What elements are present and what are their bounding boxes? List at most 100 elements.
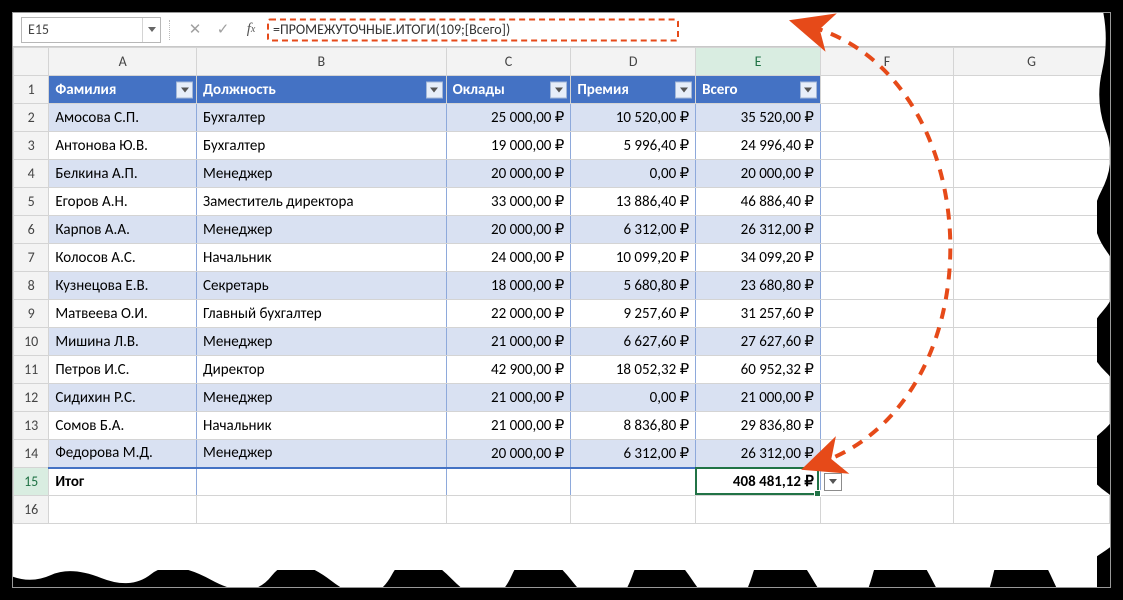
row-header[interactable]: 10: [14, 328, 49, 356]
cell[interactable]: [954, 272, 1110, 300]
cell[interactable]: [954, 384, 1110, 412]
cell-name[interactable]: Мишина Л.В.: [49, 328, 197, 356]
cell-salary[interactable]: 20 000,00 ₽: [446, 440, 571, 468]
col-header-B[interactable]: B: [197, 48, 447, 76]
cell[interactable]: [954, 244, 1110, 272]
table-header-A[interactable]: Фамилия: [49, 76, 197, 104]
cell-salary[interactable]: 21 000,00 ₽: [446, 384, 571, 412]
cell[interactable]: [820, 244, 953, 272]
row-header[interactable]: 5: [14, 188, 49, 216]
cell-position[interactable]: Менеджер: [197, 384, 447, 412]
cell-name[interactable]: Егоров А.Н.: [49, 188, 197, 216]
cell[interactable]: [954, 188, 1110, 216]
col-header-E[interactable]: E: [696, 48, 821, 76]
cell-bonus[interactable]: 5 996,40 ₽: [571, 132, 696, 160]
col-header-A[interactable]: A: [49, 48, 197, 76]
cell-bonus[interactable]: 6 312,00 ₽: [571, 440, 696, 468]
cell[interactable]: [820, 76, 953, 104]
cell-name[interactable]: Белкина А.П.: [49, 160, 197, 188]
row-header[interactable]: 9: [14, 300, 49, 328]
formula-input[interactable]: =ПРОМЕЖУТОЧНЫЕ.ИТОГИ(109;[Всего]): [265, 17, 1110, 43]
row-header[interactable]: 8: [14, 272, 49, 300]
cell[interactable]: [820, 496, 953, 524]
col-header-F[interactable]: F: [820, 48, 953, 76]
cell-salary[interactable]: 19 000,00 ₽: [446, 132, 571, 160]
cell-name[interactable]: Сидихин Р.С.: [49, 384, 197, 412]
cell-name[interactable]: Петров И.С.: [49, 356, 197, 384]
cell-total[interactable]: 26 312,00 ₽: [696, 216, 821, 244]
row-header[interactable]: 1: [14, 76, 49, 104]
filter-dropdown-icon[interactable]: [176, 81, 193, 98]
cell[interactable]: [820, 440, 953, 468]
cell-bonus[interactable]: 10 099,20 ₽: [571, 244, 696, 272]
cell-position[interactable]: Начальник: [197, 244, 447, 272]
cell-position[interactable]: Бухгалтер: [197, 132, 447, 160]
cell-total[interactable]: 60 952,32 ₽: [696, 356, 821, 384]
cell-position[interactable]: Менеджер: [197, 440, 447, 468]
total-label[interactable]: Итог: [49, 468, 197, 496]
accept-formula-button[interactable]: ✓: [209, 17, 237, 43]
col-header-C[interactable]: C: [446, 48, 571, 76]
cell[interactable]: [49, 496, 197, 524]
filter-dropdown-icon[interactable]: [800, 81, 817, 98]
cell-name[interactable]: Антонова Ю.В.: [49, 132, 197, 160]
cell[interactable]: [197, 468, 447, 496]
cell-total[interactable]: 34 099,20 ₽: [696, 244, 821, 272]
cell-name[interactable]: Кузнецова Е.В.: [49, 272, 197, 300]
cell[interactable]: [820, 188, 953, 216]
cell-salary[interactable]: 24 000,00 ₽: [446, 244, 571, 272]
cell-position[interactable]: Менеджер: [197, 160, 447, 188]
cell-name[interactable]: Колосов А.С.: [49, 244, 197, 272]
cell[interactable]: [820, 384, 953, 412]
row-header[interactable]: 12: [14, 384, 49, 412]
row-header[interactable]: 14: [14, 440, 49, 468]
cell[interactable]: [197, 496, 447, 524]
cell[interactable]: [954, 104, 1110, 132]
cell-position[interactable]: Секретарь: [197, 272, 447, 300]
cell-name[interactable]: Матвеева О.И.: [49, 300, 197, 328]
row-header[interactable]: 4: [14, 160, 49, 188]
cell-total[interactable]: 24 996,40 ₽: [696, 132, 821, 160]
cell[interactable]: [820, 328, 953, 356]
cell-total[interactable]: 31 257,60 ₽: [696, 300, 821, 328]
cell[interactable]: [954, 496, 1110, 524]
cell[interactable]: [446, 496, 571, 524]
row-header[interactable]: 11: [14, 356, 49, 384]
row-header[interactable]: 6: [14, 216, 49, 244]
total-row-dropdown[interactable]: [824, 473, 842, 491]
cell[interactable]: [820, 104, 953, 132]
cell-position[interactable]: Менеджер: [197, 328, 447, 356]
table-header-D[interactable]: Премия: [571, 76, 696, 104]
cell-position[interactable]: Главный бухгалтер: [197, 300, 447, 328]
cell[interactable]: [820, 300, 953, 328]
cell-salary[interactable]: 20 000,00 ₽: [446, 216, 571, 244]
cell-name[interactable]: Амосова С.П.: [49, 104, 197, 132]
cell-salary[interactable]: 42 900,00 ₽: [446, 356, 571, 384]
name-box[interactable]: E15: [21, 17, 161, 43]
cell-bonus[interactable]: 6 627,60 ₽: [571, 328, 696, 356]
cell[interactable]: [696, 496, 821, 524]
filter-dropdown-icon[interactable]: [550, 81, 567, 98]
cell[interactable]: [820, 216, 953, 244]
cell[interactable]: [954, 160, 1110, 188]
cell-salary[interactable]: 22 000,00 ₽: [446, 300, 571, 328]
cell[interactable]: [954, 132, 1110, 160]
cell-position[interactable]: Бухгалтер: [197, 104, 447, 132]
cell-total[interactable]: 46 886,40 ₽: [696, 188, 821, 216]
total-value[interactable]: 408 481,12 ₽: [696, 468, 821, 496]
cell-total[interactable]: 35 520,00 ₽: [696, 104, 821, 132]
cell-bonus[interactable]: 6 312,00 ₽: [571, 216, 696, 244]
cell-salary[interactable]: 21 000,00 ₽: [446, 412, 571, 440]
cell[interactable]: [820, 132, 953, 160]
row-header[interactable]: 3: [14, 132, 49, 160]
cell-total[interactable]: 23 680,80 ₽: [696, 272, 821, 300]
cell[interactable]: [571, 496, 696, 524]
cell[interactable]: [954, 412, 1110, 440]
cell-bonus[interactable]: 5 680,80 ₽: [571, 272, 696, 300]
cell[interactable]: [954, 440, 1110, 468]
cell-salary[interactable]: 21 000,00 ₽: [446, 328, 571, 356]
cancel-formula-button[interactable]: ✕: [181, 17, 209, 43]
cell[interactable]: [571, 468, 696, 496]
row-header[interactable]: 2: [14, 104, 49, 132]
cell-bonus[interactable]: 13 886,40 ₽: [571, 188, 696, 216]
